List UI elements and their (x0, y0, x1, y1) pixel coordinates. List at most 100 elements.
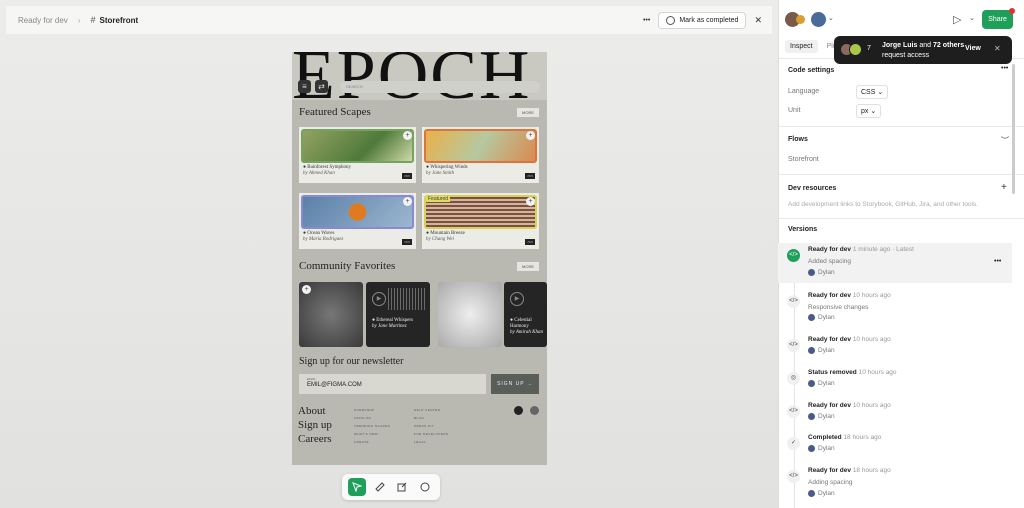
add-icon[interactable]: + (302, 285, 311, 294)
avatar[interactable] (811, 12, 826, 27)
card-rainforest[interactable]: + ● Rainforest Symphony by Ahmed Khan ▭▭ (299, 127, 416, 183)
footer-link[interactable]: PRESS KIT (414, 422, 449, 430)
view-button[interactable]: View (965, 45, 981, 52)
newsletter-title: Sign up for our newsletter (299, 356, 404, 367)
youtube-icon[interactable] (514, 406, 523, 415)
footer-sign-up[interactable]: Sign up (298, 418, 332, 432)
footer-link[interactable]: OVERVIEW (354, 406, 390, 414)
code-icon: </> (787, 470, 800, 483)
waveform-icon (388, 288, 426, 310)
cf-item-sculpture[interactable]: + (299, 282, 363, 347)
code-icon: </> (787, 295, 800, 308)
toast-avatars (840, 43, 862, 56)
version-user: Dylan (808, 413, 835, 420)
cf-item-glass[interactable] (438, 282, 502, 347)
collapse-icon[interactable]: ︶ (1001, 135, 1009, 146)
chevron-down-icon[interactable]: ⌄ (828, 14, 834, 22)
add-icon[interactable]: + (403, 197, 412, 206)
frame-search-input[interactable]: SEARCH (340, 81, 540, 93)
code-icon: </> (787, 339, 800, 352)
card-whispering-winds[interactable]: + ● Whispering Winds by Jane Smith ▭▭ (422, 127, 539, 183)
menu-icon[interactable]: ≡ (298, 80, 311, 93)
footer-links: About Sign up Careers (298, 404, 332, 446)
footer-careers[interactable]: Careers (298, 432, 332, 446)
footer-link[interactable]: TRENDING SCAPES (354, 422, 390, 430)
annotate-tool-icon[interactable] (393, 478, 411, 496)
version-header: Ready for dev 18 hours ago (808, 467, 891, 474)
code-icon: </> (787, 405, 800, 418)
cf-item-ethereal-whispers[interactable]: ▶ ● Ethereal Whispers by Jane Martinez (366, 282, 430, 347)
instagram-icon[interactable] (530, 406, 539, 415)
footer-about[interactable]: About (298, 404, 332, 418)
flow-storefront[interactable]: Storefront (788, 156, 819, 163)
email-field[interactable]: EMAIL EMIL@FIGMA.COM (299, 374, 486, 394)
footer-link[interactable]: HELP CENTER (414, 406, 449, 414)
measure-tool-icon[interactable] (371, 478, 389, 496)
unit-select[interactable]: px ⌄ (856, 104, 882, 118)
version-item[interactable]: </> Ready for dev 10 hours ago Responsiv… (778, 289, 1024, 329)
access-request-toast: 7 Jorge Luis and 72 others request access… (834, 36, 1012, 64)
footer-link[interactable]: CREATE (354, 438, 390, 446)
mark-as-completed-button[interactable]: Mark as completed (658, 11, 747, 29)
version-header: Ready for dev 10 hours ago (808, 402, 891, 409)
swap-icon[interactable]: ⇄ (315, 80, 328, 93)
version-item[interactable]: </> Ready for dev 1 minute ago · Latest … (778, 243, 1012, 283)
card-mountain-breeze[interactable]: Featured + ● Mountain Breeze by Chang Wei… (422, 193, 539, 249)
avatar (808, 413, 815, 420)
footer-link[interactable]: FOR DEVELOPERS (414, 430, 449, 438)
toast-count: 7 (867, 45, 871, 52)
panel-scrollbar[interactable] (1012, 64, 1015, 194)
footer-link[interactable]: WHAT'S NEW (354, 430, 390, 438)
version-description: Added spacing (808, 258, 852, 265)
more-options-icon[interactable]: ••• (1001, 65, 1008, 72)
code-settings-section: Code settings ••• Language CSS ⌄ Unit px… (779, 58, 1024, 126)
play-icon[interactable]: ▷ (953, 13, 961, 26)
close-icon[interactable]: ✕ (994, 44, 1001, 53)
play-icon[interactable]: ▶ (510, 292, 524, 306)
sign-up-button[interactable]: SIGN UP → (491, 374, 539, 394)
avatar (808, 490, 815, 497)
footer-link[interactable]: CATALOG (354, 414, 390, 422)
add-icon[interactable]: + (526, 131, 535, 140)
version-description: Responsive changes (808, 304, 869, 311)
share-button[interactable]: Share (982, 10, 1013, 29)
tab-inspect[interactable]: Inspect (785, 40, 818, 53)
more-options-icon[interactable]: ••• (643, 17, 650, 24)
featured-scapes-title: Featured Scapes (299, 106, 371, 118)
email-value: EMIL@FIGMA.COM (307, 382, 362, 388)
check-icon: ✓ (787, 437, 800, 450)
bottom-toolbar (342, 474, 440, 500)
email-label: EMAIL (307, 377, 317, 381)
more-options-icon[interactable]: ••• (994, 258, 1001, 265)
version-item[interactable]: </> Ready for dev 18 hours ago Adding sp… (778, 464, 1024, 504)
close-icon[interactable]: ✕ (754, 15, 762, 26)
dev-resources-description: Add development links to Storybook, GitH… (788, 201, 979, 208)
version-user: Dylan (808, 490, 835, 497)
canvas-area[interactable]: Ready for dev › # Storefront ••• Mark as… (0, 0, 778, 508)
breadcrumb-ready-for-dev[interactable]: Ready for dev (18, 16, 68, 25)
footer-col-2: HELP CENTER BLOG PRESS KIT FOR DEVELOPER… (414, 406, 449, 446)
storefront-frame[interactable]: EPOCH ≡ ⇄ SEARCH Featured Scapes MORE + … (292, 52, 547, 465)
frame-icon: # (90, 15, 96, 25)
cf-item-celestial-harmony[interactable]: ▶ ● Celestial Harmony by Amirah Khan (504, 282, 547, 347)
featured-more-button[interactable]: MORE (517, 108, 539, 117)
mark-label: Mark as completed (679, 16, 739, 24)
language-select[interactable]: CSS ⌄ (856, 85, 889, 99)
play-icon[interactable]: ▶ (372, 292, 386, 306)
avatar (808, 269, 815, 276)
move-tool-icon[interactable] (348, 478, 367, 496)
add-icon[interactable]: + (1001, 182, 1007, 193)
dev-mode-topbar: Ready for dev › # Storefront ••• Mark as… (6, 6, 772, 34)
comment-tool-icon[interactable] (416, 478, 434, 496)
community-more-button[interactable]: MORE (517, 262, 539, 271)
panel-header: ⌄ ▷ ⌄ Share (779, 0, 1024, 38)
code-settings-title: Code settings (788, 67, 835, 74)
footer-link[interactable]: BLOG (414, 414, 449, 422)
chevron-down-icon[interactable]: ⌄ (969, 14, 975, 22)
avatar[interactable] (796, 15, 805, 24)
file-title[interactable]: Storefront (100, 16, 139, 25)
card-ocean-waves[interactable]: + ● Ocean Waves by Maria Rodriguez ▭▭ (299, 193, 416, 249)
footer-link[interactable]: LEGAL (414, 438, 449, 446)
add-icon[interactable]: + (403, 131, 412, 140)
add-icon[interactable]: + (526, 197, 535, 206)
